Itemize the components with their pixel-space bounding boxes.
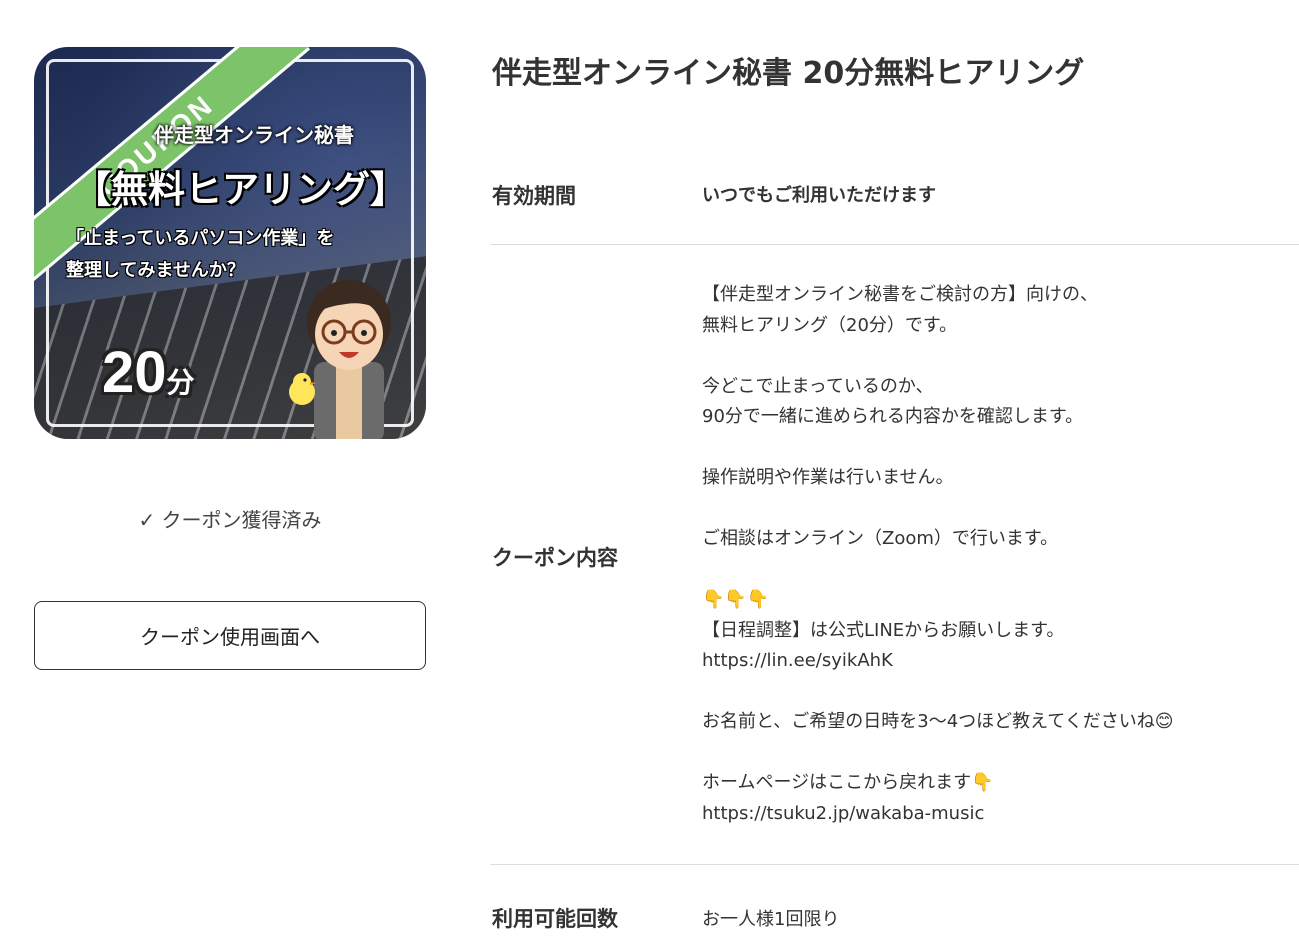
line-link[interactable]: https://lin.ee/syikAhK [702, 650, 893, 671]
coupon-use-button[interactable]: クーポン使用画面へ [34, 601, 426, 670]
desc-line: ホームページはここから戻れます [702, 772, 972, 793]
image-minutes-unit: 分 [166, 367, 195, 398]
image-minutes-number: 20 [102, 340, 167, 405]
validity-label: 有効期間 [492, 184, 576, 208]
divider [490, 864, 1299, 865]
desc-line: 操作説明や作業は行いません。 [702, 467, 954, 488]
coupon-obtained-status: ✓ クーポン獲得済み [138, 508, 322, 532]
validity-value: いつでもご利用いただけます [702, 185, 936, 206]
desc-line: 【日程調整】は公式LINEからお願いします。 [702, 619, 1065, 641]
desc-line: 90分で一緒に進められる内容かを確認します。 [702, 406, 1084, 427]
divider [490, 244, 1299, 245]
usage-label: 利用可能回数 [492, 907, 618, 931]
image-minutes: 20分 [102, 339, 195, 406]
homepage-link[interactable]: https://tsuku2.jp/wakaba-music [702, 803, 984, 824]
desc-line: お名前と、ご希望の日時を3〜4つほど教えてくださいね [702, 711, 1155, 732]
image-subtitle-line1: 「止まっているパソコン作業」を [66, 228, 335, 249]
pointing-down-icon: 👇👇👇 [702, 589, 770, 610]
coupon-description: 【伴走型オンライン秘書をご検討の方】向けの、 無料ヒアリング（20分）です。 今ど… [702, 280, 1174, 829]
desc-line: 無料ヒアリング（20分）です。 [702, 314, 958, 336]
content-label: クーポン内容 [492, 546, 618, 570]
desc-line: 【伴走型オンライン秘書をご検討の方】向けの、 [702, 284, 1098, 305]
desc-line: 今どこで止まっているのか、 [702, 375, 934, 397]
coupon-title: 伴走型オンライン秘書 20分無料ヒアリング [492, 56, 1085, 91]
image-main-title: 【無料ヒアリング】 [74, 168, 407, 211]
coupon-image: COUPON 伴走型オンライン秘書 【無料ヒアリング】 「止まっているパソコン作… [34, 47, 426, 439]
image-heading: 伴走型オンライン秘書 [154, 123, 354, 147]
usage-value: お一人様1回限り [702, 909, 840, 930]
pointing-down-icon: 👇 [971, 772, 994, 793]
smile-icon: 😊 [1154, 711, 1174, 732]
character-illustration [289, 280, 391, 439]
desc-line: ご相談はオンライン（Zoom）で行います。 [702, 528, 1059, 549]
